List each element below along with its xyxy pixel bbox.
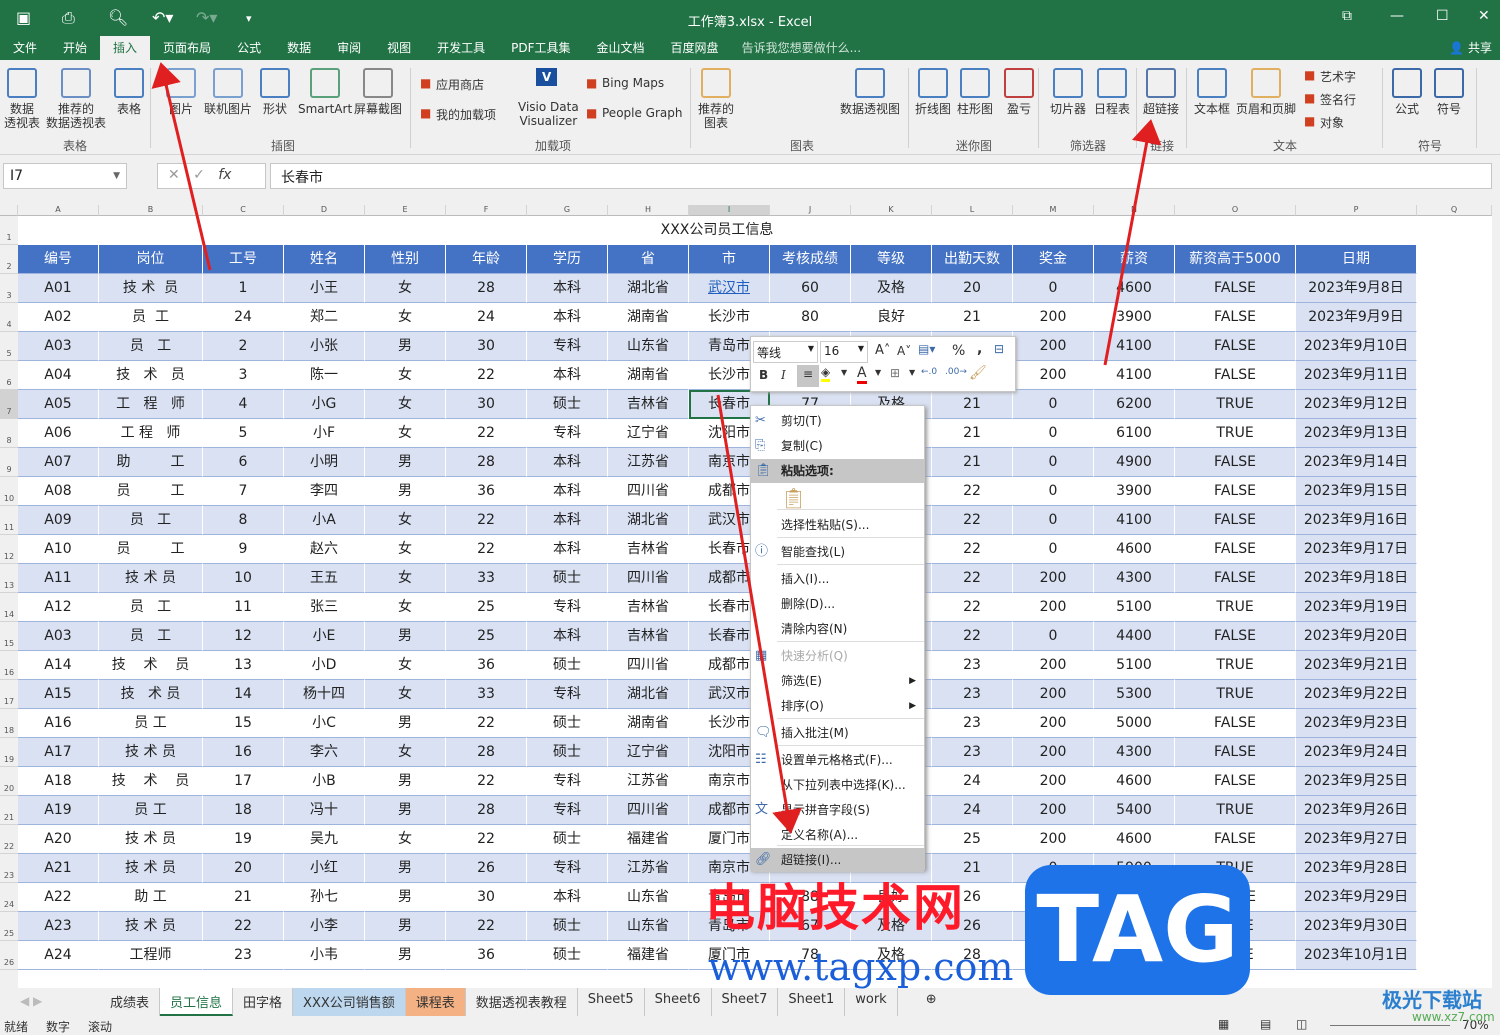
annotation-arrows bbox=[151, 62, 1162, 834]
arrow-to-insert-tab bbox=[151, 62, 212, 271]
arrow-to-hyperlink-menu bbox=[716, 394, 802, 834]
arrow-to-hyperlink-button bbox=[1103, 119, 1162, 366]
